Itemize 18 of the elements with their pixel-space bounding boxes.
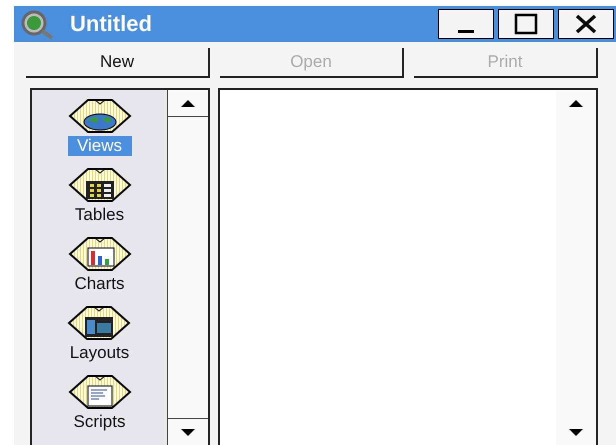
minimize-button[interactable] [438, 9, 494, 39]
scrollbar[interactable] [167, 90, 208, 445]
list-item-label[interactable]: Tables [70, 205, 128, 225]
toolbar-button[interactable]: New [26, 48, 210, 78]
scroll-down-icon [181, 428, 195, 436]
close-button[interactable] [558, 9, 614, 39]
scroll-down-icon [569, 428, 583, 436]
close-icon [575, 14, 597, 34]
list-item-label[interactable]: Charts [70, 274, 129, 294]
scrollbar[interactable] [556, 90, 596, 445]
list-item-label[interactable]: Layouts [66, 343, 134, 363]
maximize-icon [514, 13, 538, 35]
maximize-button[interactable] [498, 9, 554, 39]
minimize-icon [458, 30, 474, 32]
list-item-label[interactable]: Scripts [70, 412, 130, 432]
window-title: Untitled [70, 11, 153, 37]
scroll-up-icon [181, 100, 195, 106]
scroll-up-icon [569, 100, 583, 106]
